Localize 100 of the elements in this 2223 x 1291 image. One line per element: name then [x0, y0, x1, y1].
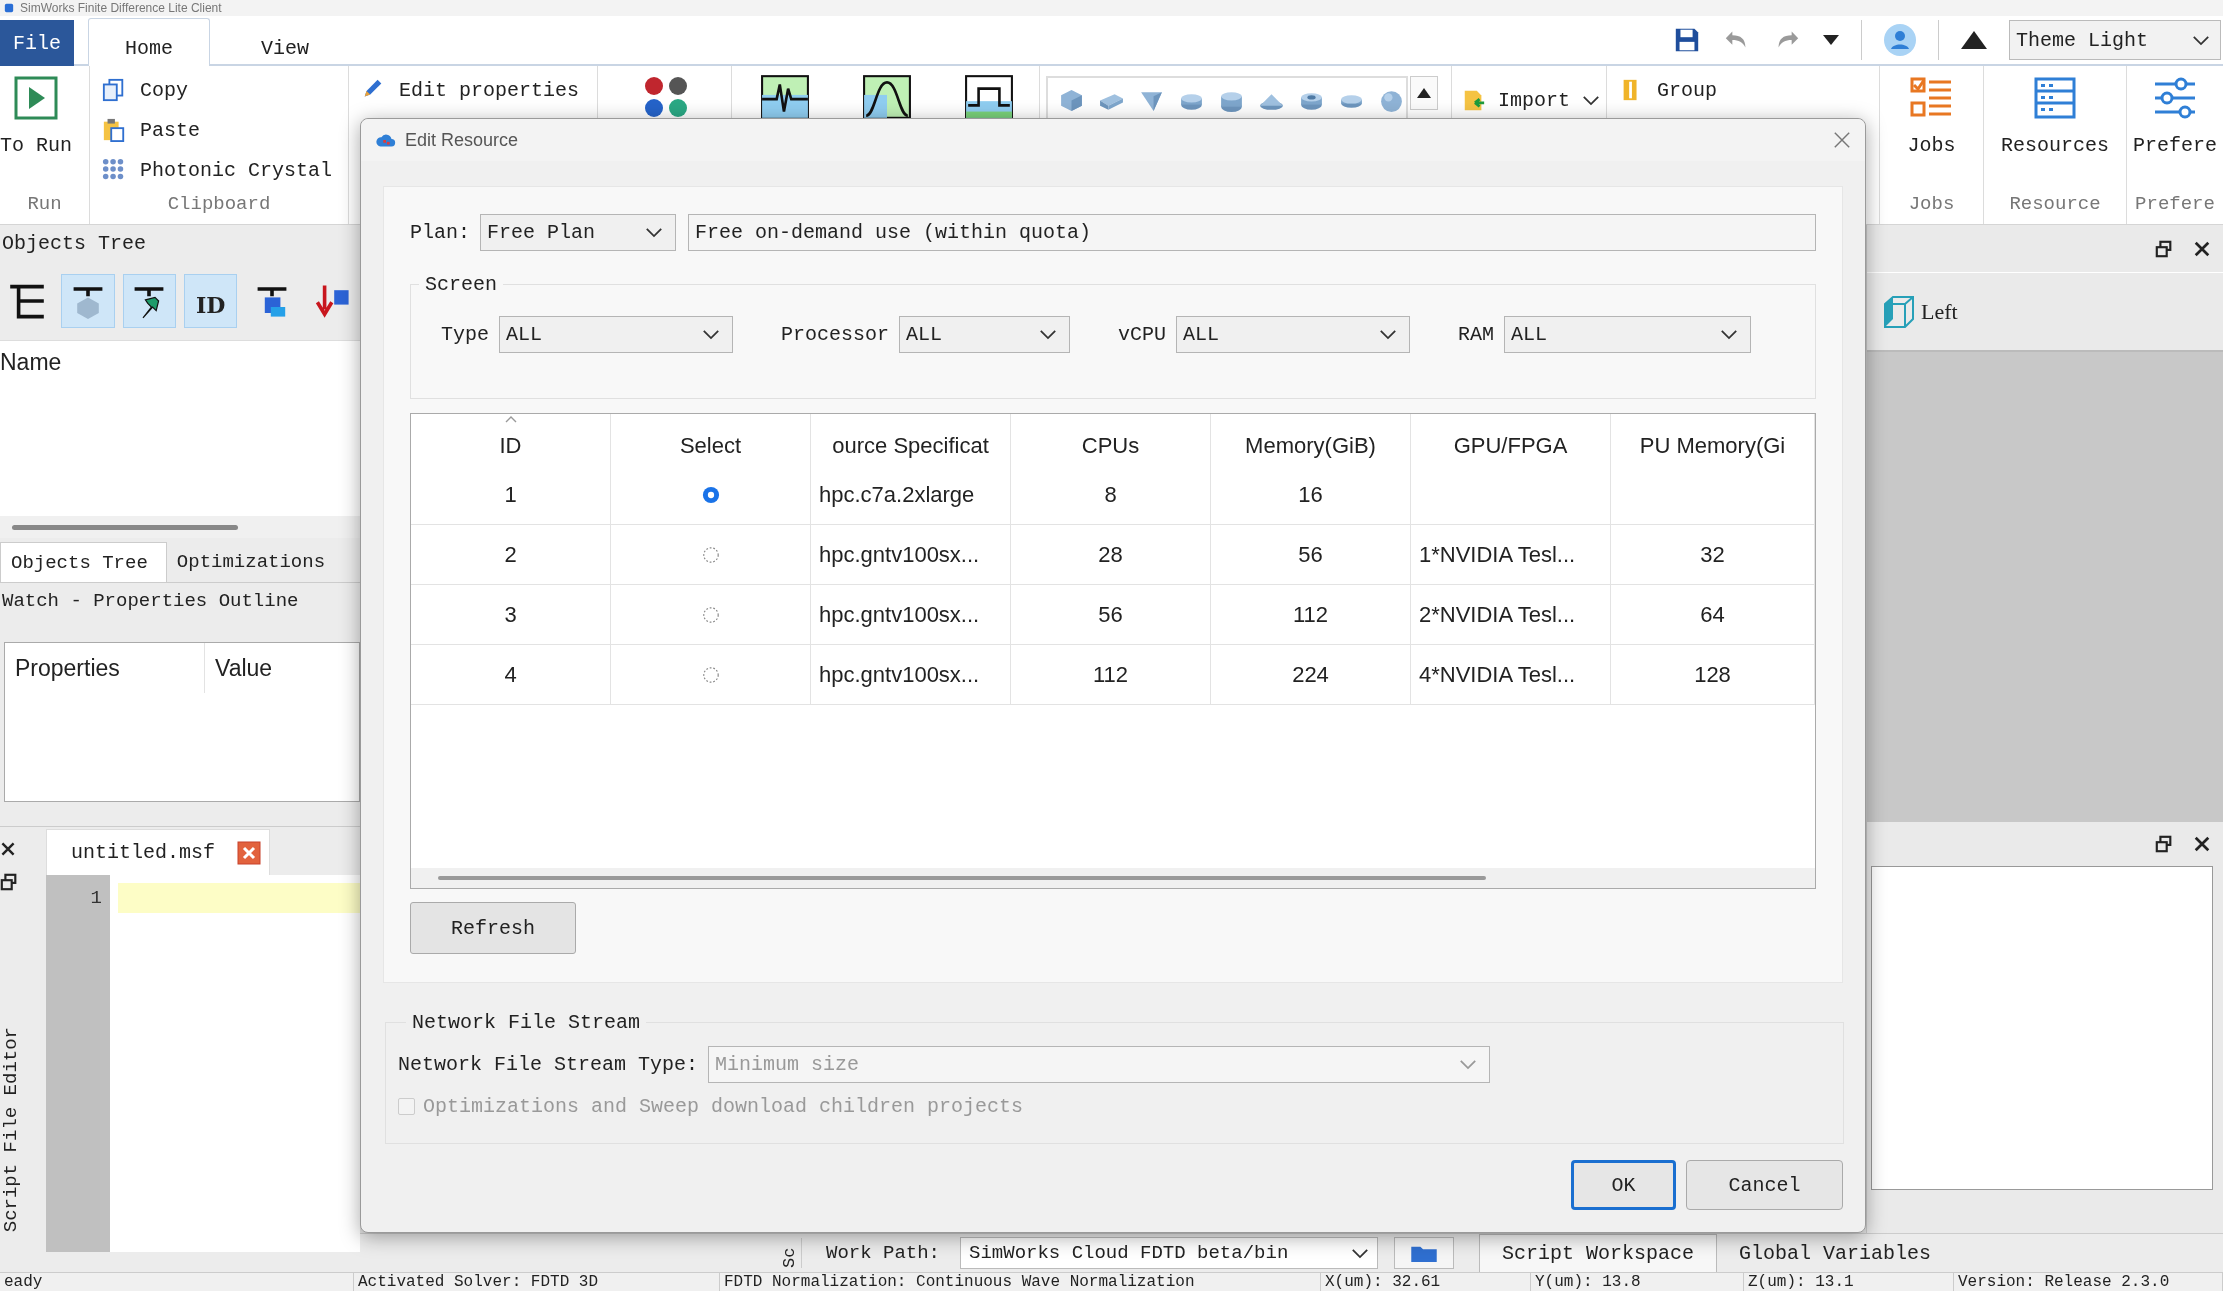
down-arrow-icon [315, 283, 352, 319]
radio-button[interactable] [701, 665, 720, 684]
table-cell: 1*NVIDIA Tesl... [1411, 525, 1611, 585]
view-button[interactable]: Left [1881, 293, 1958, 330]
ribbon-button[interactable]: Resources [2001, 66, 2109, 157]
avatar-icon[interactable] [1884, 24, 1916, 56]
column-header[interactable]: ource Specificat [811, 414, 1011, 465]
ribbon-button[interactable]: Paste [102, 110, 333, 150]
close-icon[interactable] [1833, 131, 1851, 149]
table-cell: hpc.gntv100sx... [811, 525, 1011, 585]
table-cell: 128 [1611, 645, 1815, 705]
close-icon [0, 841, 16, 857]
import-button[interactable]: Import [1462, 88, 1600, 112]
cancel-button[interactable]: Cancel [1686, 1160, 1843, 1210]
plan-dropdown[interactable]: Free Plan [480, 214, 676, 251]
close-icon[interactable] [237, 840, 262, 865]
folder-button[interactable] [1394, 1237, 1455, 1269]
chart-icon[interactable] [760, 74, 810, 120]
description-field[interactable]: Free on-demand use (within quota) [688, 214, 1816, 251]
line-number: 1 [90, 886, 103, 911]
cube-icon [1881, 293, 1917, 330]
sphere-icon[interactable] [1378, 88, 1405, 113]
dot-grid-icon [102, 158, 126, 182]
ribbon-button[interactable]: Edit properties [361, 70, 580, 110]
chevron-down-icon [1582, 94, 1600, 106]
ok-button[interactable]: OK [1571, 1160, 1676, 1210]
ribbon-button[interactable]: To Run [0, 66, 72, 157]
triangle-up-icon[interactable] [1961, 31, 1987, 49]
table-cell: 3 [411, 585, 611, 645]
dialog-title: Edit Resource [405, 129, 520, 151]
server-rack-icon [2032, 76, 2078, 120]
toolbar-button[interactable] [61, 274, 115, 328]
radio-button[interactable] [701, 545, 720, 564]
chart-icon[interactable] [964, 74, 1014, 120]
scrollbar-thumb[interactable] [438, 876, 1486, 880]
filter-dropdown[interactable]: ALL [899, 316, 1071, 353]
ribbon-button[interactable]: Jobs [1907, 66, 1956, 157]
file-tab[interactable]: untitled.msf [46, 829, 271, 875]
field-label: Type [441, 323, 489, 346]
toolbar-button[interactable]: ID [184, 274, 238, 328]
table-cell: 2*NVIDIA Tesl... [1411, 585, 1611, 645]
table-cell: 2 [411, 525, 611, 585]
toolbar-button[interactable] [122, 274, 176, 328]
window-title: SimWorks Finite Difference Lite Client [20, 1, 222, 15]
group-caption: Resource [2008, 192, 2102, 217]
panel-title: Script File Editor [0, 1027, 22, 1233]
panel-tab[interactable]: Objects Tree [0, 542, 167, 582]
column-header[interactable]: CPUs [1011, 414, 1211, 465]
caret-down-icon[interactable] [1823, 35, 1839, 45]
status-text: Z(um): 13.1 [1744, 1273, 1954, 1291]
panel-tab[interactable]: Script Workspace [1479, 1233, 1718, 1273]
filter-dropdown[interactable]: ALL [1176, 316, 1411, 353]
group-caption: Prefere [2134, 192, 2216, 217]
table-cell: 1 [411, 465, 611, 525]
import-icon [1462, 88, 1486, 112]
column-header[interactable]: GPU/FPGA [1411, 414, 1611, 465]
radio-button[interactable] [701, 605, 720, 624]
ribbon-button[interactable]: Copy [102, 70, 333, 110]
chevron-down-icon [2192, 34, 2210, 46]
column-header[interactable]: ID [411, 414, 611, 465]
ribbon-button[interactable]: Prefere [2133, 66, 2217, 157]
field-label: vCPU [1118, 323, 1167, 346]
group-caption: Run [26, 192, 63, 217]
ribbon-button[interactable]: Group [1619, 70, 1717, 110]
radio-button[interactable] [701, 485, 720, 504]
chart-icon[interactable] [862, 74, 912, 120]
table-cell: 4 [411, 645, 611, 705]
cube-icon[interactable] [1058, 88, 1085, 113]
column-header: Properties [5, 643, 205, 693]
save-icon[interactable] [1673, 26, 1701, 54]
column-header[interactable]: PU Memory(Gi [1611, 414, 1815, 465]
chevron-down-icon [1379, 329, 1398, 340]
close-icon [2193, 239, 2211, 258]
table-cell: 64 [1611, 585, 1815, 645]
scrollbar-thumb[interactable] [12, 524, 238, 530]
ribbon-tab[interactable]: View [224, 24, 347, 64]
theme-dropdown[interactable]: Theme Light [2009, 20, 2221, 60]
table-cell: 112 [1011, 645, 1211, 705]
scroll-up-button[interactable] [1410, 76, 1438, 110]
column-header[interactable]: Select [611, 414, 811, 465]
checkbox-label: Optimizations and Sweep download children projects [423, 1095, 1024, 1118]
table-cell: hpc.c7a.2xlarge [811, 465, 1011, 525]
panel-title: Watch - Properties Outline [1, 588, 300, 614]
panel-tab[interactable]: Optimizations [166, 542, 344, 582]
file-menu-button[interactable]: File [0, 20, 74, 66]
table-cell: hpc.gntv100sx... [811, 585, 1011, 645]
panel-tab[interactable]: Global Variables [1717, 1233, 1954, 1273]
refresh-button[interactable]: Refresh [410, 902, 576, 954]
table-cell: 8 [1011, 465, 1211, 525]
path-dropdown[interactable]: SimWorks Cloud FDTD beta/bin [960, 1237, 1379, 1269]
table-cell: 16 [1211, 465, 1411, 525]
chevron-down-icon [1720, 329, 1739, 340]
ribbon-button[interactable]: Photonic Crystal [102, 150, 333, 190]
filter-dropdown[interactable]: ALL [1504, 316, 1752, 353]
sliders-icon [2152, 76, 2198, 120]
ribbon-tab[interactable]: Home [88, 18, 210, 66]
field-label: Plan: [410, 221, 470, 244]
table-cell: 28 [1011, 525, 1211, 585]
column-header[interactable]: Memory(GiB) [1211, 414, 1411, 465]
filter-dropdown[interactable]: ALL [499, 316, 733, 353]
